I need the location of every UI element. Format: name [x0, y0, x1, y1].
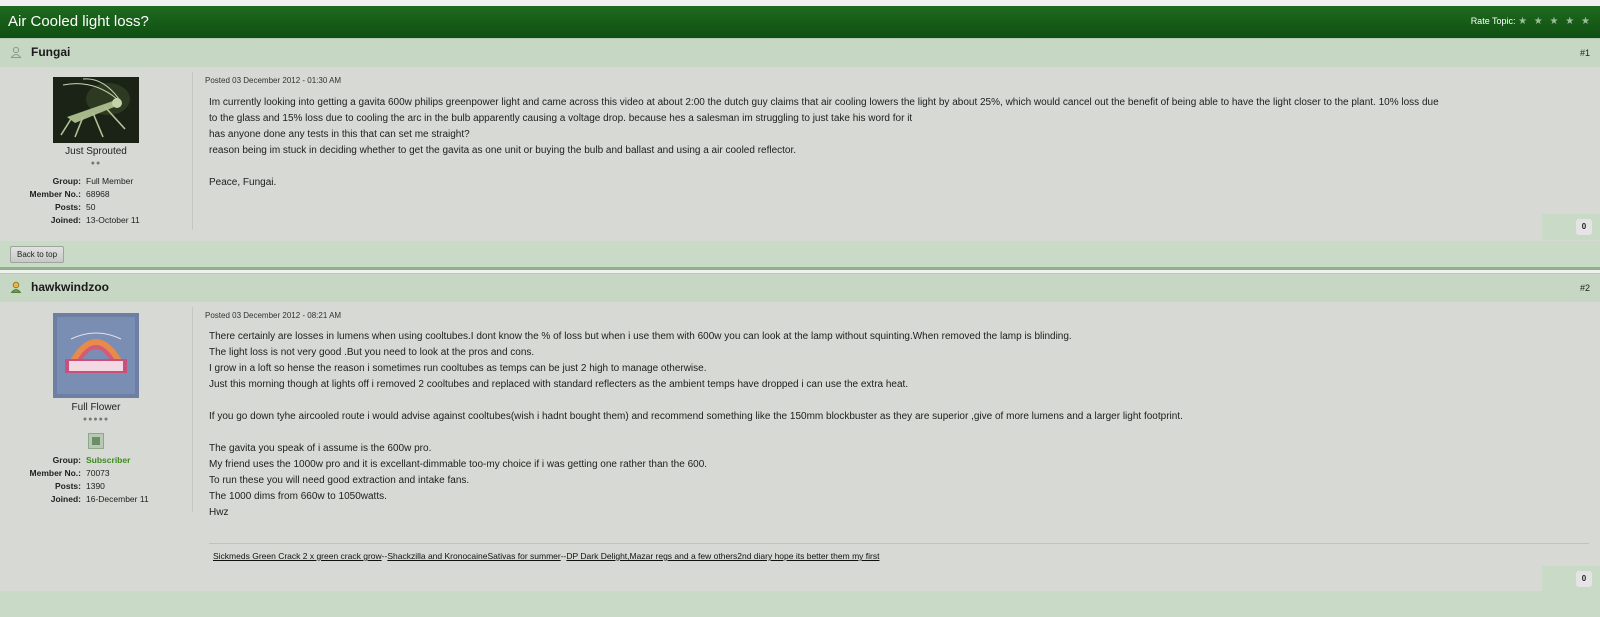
post-line: To run these you will need good extracti…: [209, 475, 470, 486]
post-line: Hwz: [209, 507, 229, 518]
member-info: Group: Subscriber Member No.: 70073 Posts:…: [0, 455, 192, 507]
rate-topic[interactable]: Rate Topic: ★ ★ ★ ★ ★: [1471, 16, 1592, 27]
post-number-link[interactable]: #2: [1580, 283, 1590, 293]
joined-label: Joined:: [50, 215, 81, 225]
post-line: There certainly are losses in lumens whe…: [209, 331, 1072, 342]
back-to-top-button[interactable]: Back to top: [10, 246, 65, 263]
post-body: There certainly are losses in lumens whe…: [209, 329, 1589, 521]
post-line: The light loss is not very good .But you…: [209, 347, 535, 358]
member-rank: Full Flower: [71, 402, 121, 413]
post-line: I grow in a loft so hense the reason i s…: [209, 363, 707, 374]
member-no-value: 70073: [86, 468, 110, 478]
post-date: Posted 03 December 2012 - 08:21 AM: [205, 311, 342, 320]
posts-label: Posts:: [55, 202, 81, 212]
signature: Sickmeds Green Crack 2 x green crack gro…: [213, 551, 879, 561]
reputation-count[interactable]: 0: [1576, 219, 1592, 235]
post-line: [209, 425, 1589, 441]
post-line: to the glass and 15% loss due to cooling…: [209, 113, 913, 124]
signature-link[interactable]: Shackzilla and KronocaineSativas for sum…: [387, 551, 560, 561]
post-1: Fungai #1 Just Sprouted ●● Group: Full Me…: [0, 38, 1600, 267]
signature-link[interactable]: DP Dark Delight,Mazar regs and a few oth…: [566, 551, 879, 561]
post-body: Im currently looking into getting a gavi…: [209, 95, 1589, 191]
posts-label: Posts:: [55, 481, 81, 491]
post-line: My friend uses the 1000w pro and it is e…: [209, 459, 708, 470]
post-line: The gavita you speak of i assume is the …: [209, 443, 432, 454]
rate-topic-label: Rate Topic:: [1470, 16, 1516, 26]
group-value: Subscriber: [86, 455, 131, 465]
author-name[interactable]: hawkwindzoo: [31, 280, 109, 294]
post-2: hawkwindzoo #2 Full Flower ●●●●● Group: S…: [0, 273, 1600, 617]
reputation-bar: 0: [1542, 214, 1600, 240]
joined-value: 16-December 11: [86, 494, 149, 504]
post-number-link[interactable]: #1: [1580, 48, 1590, 58]
post-footer: [0, 591, 1600, 617]
post-footer: Back to top: [0, 241, 1600, 267]
post-header: Fungai #1: [0, 38, 1600, 67]
member-no-label: Member No.:: [29, 189, 81, 199]
rank-pips: ●●●●●: [82, 416, 110, 423]
member-no-label: Member No.:: [29, 468, 81, 478]
avatar[interactable]: [53, 313, 139, 398]
post-line: If you go down tyhe aircooled route i wo…: [209, 411, 1183, 422]
joined-value: 13-October 11: [86, 215, 140, 225]
group-value: Full Member: [86, 176, 134, 186]
avatar[interactable]: [53, 77, 139, 143]
group-label: Group:: [52, 176, 81, 186]
user-offline-icon: [10, 46, 22, 58]
rank-pips: ●●: [90, 160, 102, 167]
posts-value: 50: [86, 202, 96, 212]
post-line: The 1000 dims from 660w to 1050watts.: [209, 491, 387, 502]
member-info: Group: Full Member Member No.: 68968 Posts…: [0, 176, 192, 228]
author-info-column: Full Flower ●●●●● Group: Subscriber Membe…: [0, 307, 193, 512]
post-header: hawkwindzoo #2: [0, 273, 1600, 302]
member-no-value: 68968: [86, 189, 110, 199]
group-label: Group:: [52, 455, 81, 465]
post-line: Just this morning though at lights off i…: [209, 379, 909, 390]
post-line: Peace, Fungai.: [209, 177, 277, 188]
post-line: Im currently looking into getting a gavi…: [209, 97, 1439, 108]
member-rank: Just Sprouted: [65, 146, 127, 157]
post-line: [209, 393, 1589, 409]
topic-title: Air Cooled light loss?: [8, 13, 149, 30]
post-divider: [0, 267, 1600, 270]
user-online-icon: [10, 281, 22, 293]
post-line: reason being im stuck in deciding whethe…: [209, 145, 797, 156]
joined-label: Joined:: [50, 494, 81, 504]
posts-value: 1390: [86, 481, 105, 491]
subscriber-badge-icon: [88, 433, 104, 449]
reputation-bar: 0: [1542, 566, 1600, 592]
topic-header-bar: Air Cooled light loss? Rate Topic: ★ ★ ★…: [0, 6, 1600, 38]
post-date: Posted 03 December 2012 - 01:30 AM: [205, 76, 342, 85]
author-info-column: Just Sprouted ●● Group: Full Member Membe…: [0, 72, 193, 230]
author-name[interactable]: Fungai: [31, 45, 70, 59]
rating-stars-icon[interactable]: ★ ★ ★ ★ ★: [1518, 16, 1592, 27]
post-line: [209, 159, 1589, 175]
post-line: has anyone done any tests in this that c…: [209, 129, 470, 140]
reputation-count[interactable]: 0: [1576, 571, 1592, 587]
signature-divider: [209, 543, 1589, 544]
signature-link[interactable]: Sickmeds Green Crack 2 x green crack gro…: [213, 551, 382, 561]
